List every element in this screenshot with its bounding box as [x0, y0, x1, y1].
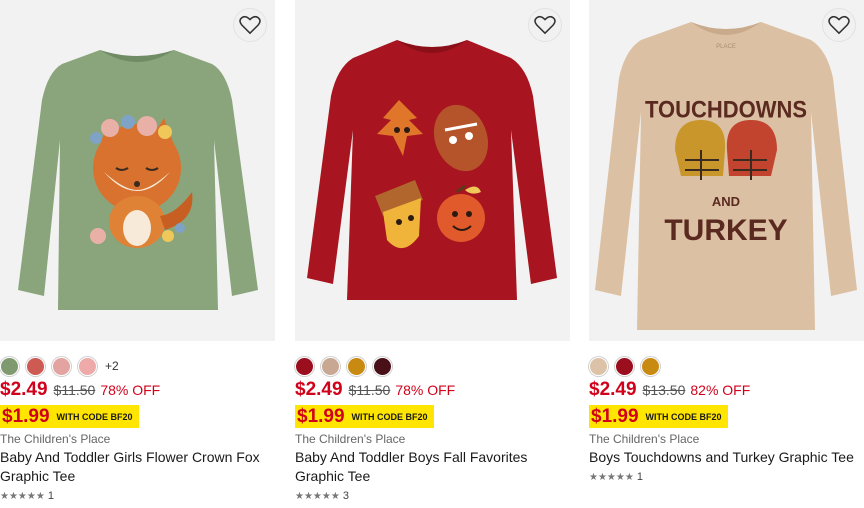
promo-price: $1.99 — [297, 405, 345, 427]
discount-percent: 78% OFF — [100, 382, 161, 398]
brand-name: The Children's Place — [295, 432, 406, 446]
heart-icon — [239, 15, 261, 35]
rating: ★★★★★ 1 — [589, 471, 643, 483]
color-swatch[interactable] — [52, 356, 71, 376]
color-swatch[interactable] — [589, 356, 608, 376]
color-swatch[interactable] — [615, 356, 634, 376]
product-title-link[interactable]: Baby And Toddler Girls Flower Crown Fox … — [0, 448, 278, 486]
sale-price: $2.49 — [295, 379, 343, 400]
price-row: $2.49 $11.50 78% OFF — [295, 379, 455, 403]
review-count[interactable]: 1 — [637, 471, 643, 483]
color-swatch[interactable] — [295, 356, 314, 376]
brand-name: The Children's Place — [0, 432, 111, 446]
color-swatch[interactable] — [373, 356, 392, 376]
rating: ★★★★★ 1 — [0, 490, 54, 502]
sale-price: $2.49 — [0, 379, 48, 400]
color-swatch[interactable] — [26, 356, 45, 376]
product-image[interactable] — [295, 0, 570, 341]
promo-code: WITH CODE BF20 — [645, 411, 722, 422]
svg-text:PLACE: PLACE — [716, 44, 736, 50]
color-swatches — [295, 356, 399, 376]
star-rating-icon: ★★★★★ — [295, 490, 340, 502]
favorite-heart-button[interactable] — [822, 8, 856, 42]
product-card[interactable]: PLACE TOUCHDOWNS AND TURKEY $2.49 $13.50… — [589, 0, 864, 508]
star-rating-icon: ★★★★★ — [0, 490, 45, 502]
color-swatch[interactable] — [347, 356, 366, 376]
heart-icon — [828, 15, 850, 35]
more-colors-link[interactable]: +2 — [105, 359, 119, 373]
color-swatches — [589, 356, 667, 376]
product-card[interactable]: $2.49 $11.50 78% OFF $1.99 WITH CODE BF2… — [295, 0, 570, 508]
product-image[interactable] — [0, 0, 275, 341]
promo-code: WITH CODE BF20 — [56, 411, 133, 422]
promo-price: $1.99 — [591, 405, 639, 427]
graphic-text: AND — [712, 194, 740, 209]
promo-badge: $1.99 WITH CODE BF20 — [0, 405, 139, 428]
color-swatch[interactable] — [78, 356, 97, 376]
product-title-link[interactable]: Baby And Toddler Boys Fall Favorites Gra… — [295, 448, 573, 486]
original-price: $11.50 — [348, 382, 391, 398]
price-row: $2.49 $11.50 78% OFF — [0, 379, 160, 403]
review-count[interactable]: 1 — [48, 490, 54, 502]
product-title-link[interactable]: Boys Touchdowns and Turkey Graphic Tee — [589, 448, 864, 467]
color-swatch[interactable] — [641, 356, 660, 376]
color-swatches: +2 — [0, 356, 119, 376]
promo-price: $1.99 — [2, 405, 50, 427]
heart-icon — [534, 15, 556, 35]
favorite-heart-button[interactable] — [528, 8, 562, 42]
rating: ★★★★★ 3 — [295, 490, 349, 502]
original-price: $11.50 — [53, 382, 96, 398]
product-image[interactable]: PLACE TOUCHDOWNS AND TURKEY — [589, 0, 864, 341]
star-rating-icon: ★★★★★ — [589, 471, 634, 483]
brand-name: The Children's Place — [589, 432, 700, 446]
promo-badge: $1.99 WITH CODE BF20 — [295, 405, 434, 428]
discount-percent: 78% OFF — [395, 382, 456, 398]
graphic-text: TURKEY — [664, 214, 787, 247]
product-card[interactable]: +2 $2.49 $11.50 78% OFF $1.99 WITH CODE … — [0, 0, 275, 508]
review-count[interactable]: 3 — [343, 490, 349, 502]
graphic-text: TOUCHDOWNS — [645, 96, 807, 123]
sale-price: $2.49 — [589, 379, 637, 400]
promo-code: WITH CODE BF20 — [351, 411, 428, 422]
original-price: $13.50 — [642, 382, 686, 398]
color-swatch[interactable] — [321, 356, 340, 376]
favorite-heart-button[interactable] — [233, 8, 267, 42]
promo-badge: $1.99 WITH CODE BF20 — [589, 405, 728, 428]
color-swatch[interactable] — [0, 356, 19, 376]
price-row: $2.49 $13.50 82% OFF — [589, 379, 750, 403]
discount-percent: 82% OFF — [690, 382, 751, 398]
